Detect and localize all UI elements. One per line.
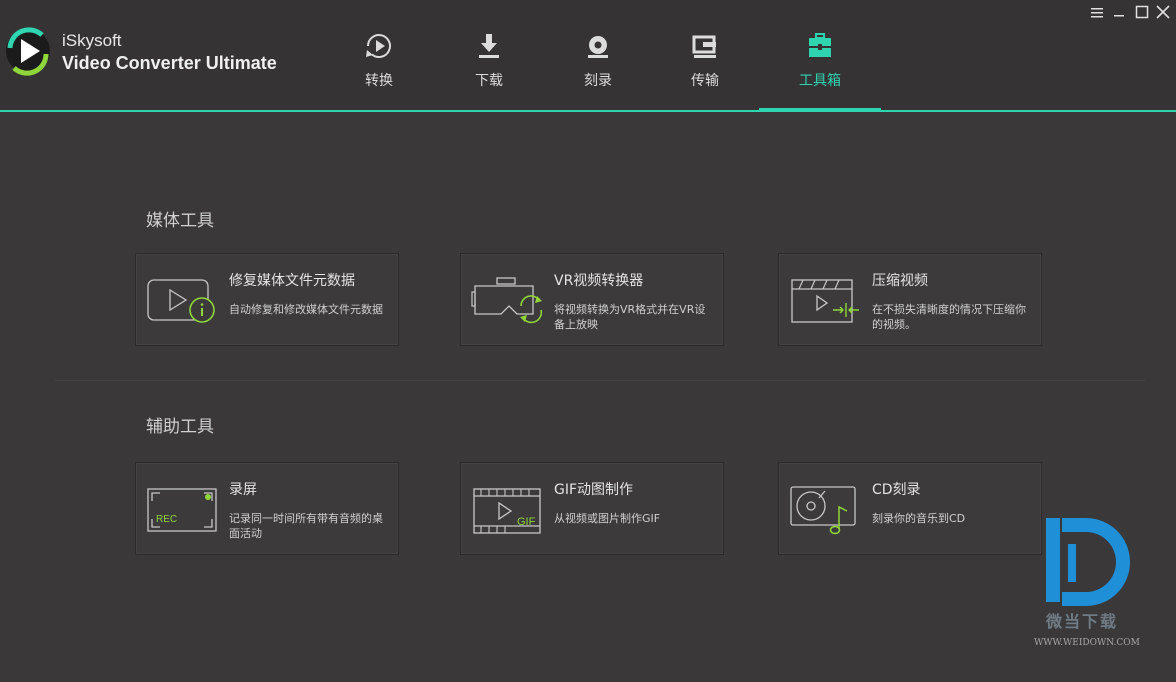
tab-label: 下载	[475, 73, 503, 89]
burn-icon	[588, 36, 608, 58]
minimize-icon[interactable]	[1110, 4, 1128, 20]
transfer-icon	[692, 35, 716, 58]
card-description: 自动修复和修改媒体文件元数据	[229, 303, 383, 316]
card-description: 记录同一时间所有带有音频的桌面活动	[229, 512, 383, 540]
card-compress-video[interactable]: 压缩视频 在不损失清晰度的情况下压缩你的视频。	[778, 253, 1042, 346]
section-divider	[55, 380, 1145, 381]
metadata-icon	[147, 279, 215, 323]
watermark-text: 微当下载	[1046, 612, 1119, 631]
cd-burn-icon	[790, 486, 856, 535]
card-gif-maker[interactable]: GIF GIF动图制作 从视频或图片制作GIF	[460, 462, 724, 555]
card-title: 录屏	[229, 482, 257, 498]
tab-download[interactable]: 下载	[444, 30, 534, 90]
tab-label: 工具箱	[799, 73, 841, 89]
card-title: 压缩视频	[872, 273, 928, 289]
watermark-logo-icon	[1046, 518, 1130, 606]
tab-transfer[interactable]: 传输	[660, 30, 750, 90]
vr-icon	[471, 277, 543, 324]
tab-label: 转换	[365, 73, 393, 89]
tab-toolbox[interactable]: 工具箱	[775, 30, 865, 90]
card-vr-converter[interactable]: VR视频转换器 将视频转换为VR格式并在VR设备上放映	[460, 253, 724, 346]
card-title: GIF动图制作	[554, 482, 634, 498]
tab-convert[interactable]: 转换	[334, 30, 424, 90]
card-title: CD刻录	[872, 482, 921, 498]
watermark-url: WWW.WEIDOWN.COM	[1034, 638, 1140, 648]
active-tab-indicator	[759, 108, 881, 112]
header-bar: iSkysoft Video Converter Ultimate 转换 下载 …	[0, 0, 1176, 112]
tab-label: 传输	[691, 73, 719, 89]
card-screen-recorder[interactable]: REC 录屏 记录同一时间所有带有音频的桌面活动	[135, 462, 399, 555]
tab-label: 刻录	[584, 73, 612, 89]
app-subtitle: Video Converter Ultimate	[62, 53, 277, 73]
close-icon[interactable]	[1154, 4, 1172, 20]
rec-label: REC	[156, 514, 177, 525]
card-description: 从视频或图片制作GIF	[554, 512, 661, 525]
card-fix-metadata[interactable]: 修复媒体文件元数据 自动修复和修改媒体文件元数据	[135, 253, 399, 346]
card-description: 将视频转换为VR格式并在VR设备上放映	[554, 303, 706, 331]
section-title-media-tools: 媒体工具	[146, 211, 214, 231]
record-screen-icon: REC	[147, 488, 217, 532]
maximize-icon[interactable]	[1133, 4, 1151, 20]
card-description: 在不损失清晰度的情况下压缩你的视频。	[872, 303, 1026, 331]
section-title-aux-tools: 辅助工具	[146, 417, 214, 437]
app-name: iSkysoft	[62, 31, 122, 50]
compress-icon	[791, 279, 859, 323]
card-title: 修复媒体文件元数据	[229, 273, 355, 289]
tab-burn[interactable]: 刻录	[553, 30, 643, 90]
card-cd-burner[interactable]: CD刻录 刻录你的音乐到CD	[778, 462, 1042, 555]
convert-icon	[366, 34, 391, 58]
card-description: 刻录你的音乐到CD	[872, 512, 966, 525]
download-icon	[479, 34, 499, 58]
gif-label: GIF	[517, 516, 536, 528]
menu-icon[interactable]	[1088, 4, 1106, 20]
card-title: VR视频转换器	[554, 273, 644, 289]
gif-icon: GIF	[473, 488, 541, 534]
toolbox-icon	[809, 33, 831, 57]
app-logo-icon	[6, 27, 50, 76]
